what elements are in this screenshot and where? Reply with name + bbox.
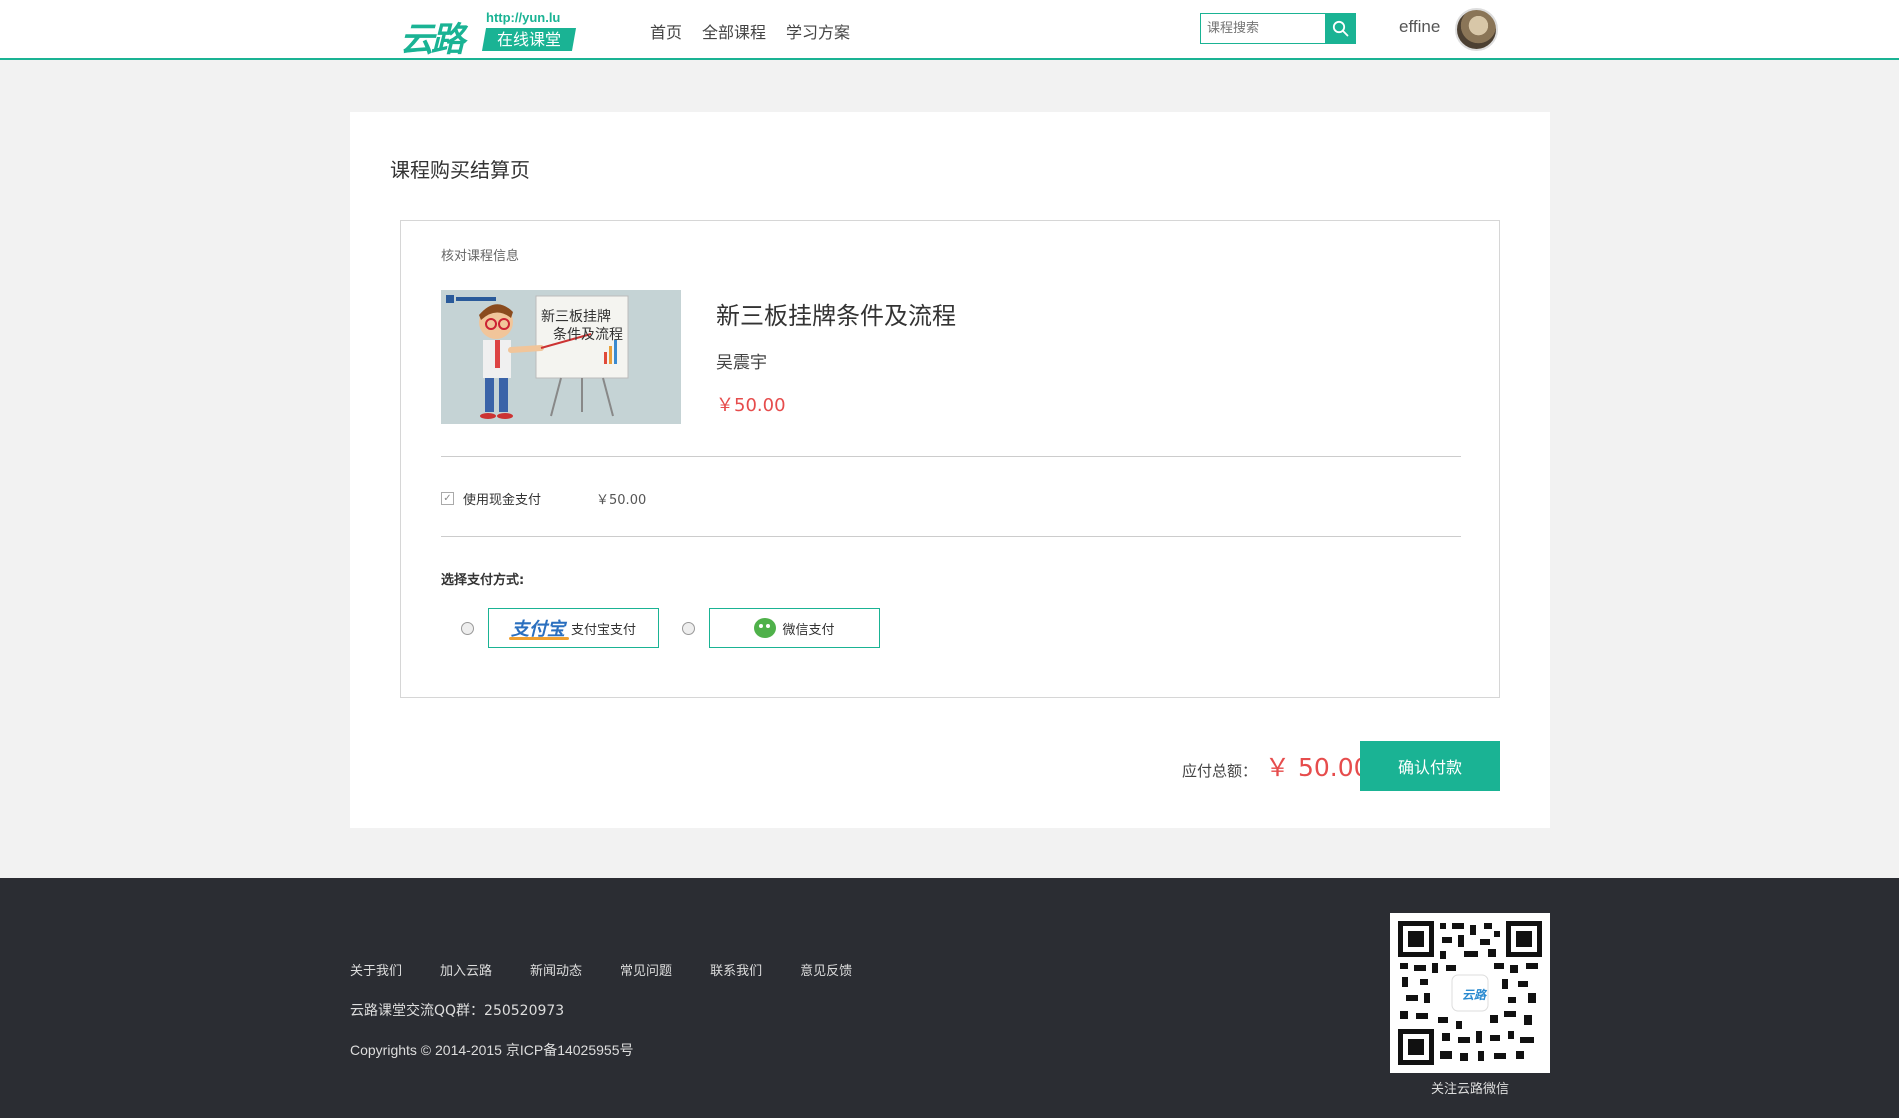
divider — [441, 536, 1461, 537]
nav-home[interactable]: 首页 — [650, 19, 682, 43]
qr-caption: 关注云路微信 — [1430, 1082, 1509, 1097]
site-footer: 关于我们 加入云路 新闻动态 常见问题 联系我们 意见反馈 云路课堂交流QQ群：… — [0, 878, 1899, 1118]
search-box — [1200, 13, 1356, 44]
wechat-pay-button[interactable]: 微信支付 — [709, 608, 880, 648]
footer-link-join[interactable]: 加入云路 — [440, 960, 492, 979]
alipay-button[interactable]: 支付宝 支付宝支付 — [488, 608, 659, 648]
checkout-card: 课程购买结算页 核对课程信息 新三板挂牌 条件及流程 新三板挂牌条件及流程 吴震… — [350, 112, 1550, 828]
alipay-logo: 支付宝 — [508, 615, 569, 641]
total-row: 应付总额： ￥ 50.00 — [1182, 748, 1370, 784]
thumb-text-2: 条件及流程 — [553, 327, 623, 343]
course-teacher: 吴震宇 — [716, 353, 767, 373]
site-header: 云路 http://yun.lu 在线课堂 首页 全部课程 学习方案 effin… — [0, 0, 1899, 60]
footer-link-news[interactable]: 新闻动态 — [530, 960, 582, 979]
qr-center-logo: 云路 — [1461, 988, 1486, 1002]
logo-mark: 云路 — [400, 20, 465, 60]
search-icon — [1332, 20, 1349, 37]
username[interactable]: effine — [1399, 17, 1440, 37]
footer-link-about[interactable]: 关于我们 — [350, 960, 402, 979]
search-button[interactable] — [1325, 13, 1356, 44]
alipay-label: 支付宝支付 — [570, 622, 636, 638]
wechat-radio[interactable] — [682, 622, 695, 635]
copyright: Copyrights © 2014-2015 京ICP备14025955号 — [350, 1042, 634, 1058]
section-label: 核对课程信息 — [441, 249, 520, 264]
search-input[interactable] — [1200, 13, 1326, 44]
wechat-qr-code: 云路 — [1390, 913, 1550, 1073]
cash-checkbox[interactable]: ✓ — [441, 492, 454, 505]
cash-amount: ￥50.00 — [596, 493, 647, 508]
pay-method-label: 选择支付方式: — [441, 573, 525, 588]
divider — [441, 456, 1461, 457]
thumb-text-1: 新三板挂牌 — [541, 309, 611, 325]
course-thumbnail[interactable]: 新三板挂牌 条件及流程 — [441, 290, 681, 424]
footer-links: 关于我们 加入云路 新闻动态 常见问题 联系我们 意见反馈 — [350, 960, 852, 979]
avatar[interactable] — [1455, 8, 1498, 51]
site-logo[interactable]: 云路 http://yun.lu 在线课堂 — [400, 10, 577, 60]
alipay-radio[interactable] — [461, 622, 474, 635]
main-nav: 首页 全部课程 学习方案 — [650, 19, 850, 43]
cash-payment-row: ✓ 使用现金支付 ￥50.00 — [441, 489, 646, 508]
footer-link-feedback[interactable]: 意见反馈 — [800, 960, 852, 979]
logo-tag: 在线课堂 — [481, 28, 577, 51]
footer-link-faq[interactable]: 常见问题 — [620, 960, 672, 979]
footer-link-contact[interactable]: 联系我们 — [710, 960, 762, 979]
page-title: 课程购买结算页 — [390, 158, 530, 182]
logo-url: http://yun.lu — [486, 10, 561, 25]
nav-learning-plans[interactable]: 学习方案 — [786, 19, 850, 43]
total-label: 应付总额： — [1182, 762, 1258, 780]
wechat-icon — [754, 618, 777, 638]
course-title[interactable]: 新三板挂牌条件及流程 — [716, 296, 956, 331]
course-price: ￥50.00 — [716, 395, 786, 416]
nav-all-courses[interactable]: 全部课程 — [702, 19, 766, 43]
order-box: 核对课程信息 新三板挂牌 条件及流程 新三板挂牌条件及流程 吴震宇 ￥50.00… — [400, 220, 1500, 698]
total-amount: ￥ 50.00 — [1265, 753, 1370, 782]
qq-group: 云路课堂交流QQ群：250520973 — [350, 1003, 565, 1019]
wechat-pay-label: 微信支付 — [782, 622, 835, 638]
confirm-pay-button[interactable]: 确认付款 — [1360, 741, 1500, 791]
cash-label: 使用现金支付 — [463, 493, 542, 508]
